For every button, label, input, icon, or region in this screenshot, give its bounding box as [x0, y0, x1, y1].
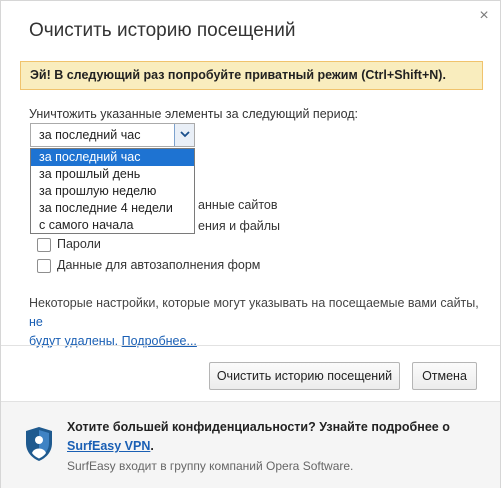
passwords-label: Пароли [57, 237, 101, 251]
downloads-label-partial: ения и файлы [198, 219, 281, 233]
period-dropdown-list: за последний час за прошлый день за прош… [30, 148, 195, 234]
site-data-label-partial: анные сайтов [198, 198, 278, 212]
surfeasy-vpn-link[interactable]: SurfEasy VPN [67, 439, 150, 453]
period-option-last-week[interactable]: за прошлую неделю [31, 183, 194, 200]
autofill-checkbox[interactable] [37, 259, 51, 273]
info-note-text: Некоторые настройки, которые могут указы… [29, 296, 479, 310]
autofill-label: Данные для автозаполнения форм [57, 258, 261, 272]
clear-history-button[interactable]: Очистить историю посещений [209, 362, 400, 390]
close-icon[interactable]: × [476, 8, 492, 24]
period-label: Уничтожить указанные элементы за следующ… [29, 107, 359, 121]
vpn-promo: Хотите большей конфиденциальности? Узнай… [1, 401, 500, 488]
clear-history-dialog: Очистить историю посещений × Эй! В следу… [0, 0, 501, 488]
promo-link-line: SurfEasy VPN. [67, 439, 154, 453]
period-option-all-time[interactable]: с самого начала [31, 217, 194, 234]
period-select[interactable]: за последний час [30, 123, 195, 147]
info-note: Некоторые настройки, которые могут указы… [29, 294, 479, 351]
dialog-title: Очистить историю посещений [29, 20, 296, 41]
passwords-checkbox[interactable] [37, 238, 51, 252]
promo-subtitle: SurfEasy входит в группу компаний Opera … [67, 459, 354, 473]
info-note-link-part1[interactable]: не [29, 315, 43, 329]
period-option-last-hour[interactable]: за последний час [31, 149, 194, 166]
promo-title: Хотите большей конфиденциальности? Узнай… [67, 420, 450, 434]
promo-link-suffix: . [150, 439, 154, 453]
cancel-button[interactable]: Отмена [412, 362, 477, 390]
divider [1, 345, 500, 346]
surfeasy-shield-icon [26, 427, 52, 461]
chevron-down-icon[interactable] [174, 124, 194, 146]
private-mode-banner: Эй! В следующий раз попробуйте приватный… [20, 61, 483, 90]
period-select-value: за последний час [39, 128, 141, 142]
period-option-last-4-weeks[interactable]: за последние 4 недели [31, 200, 194, 217]
period-option-last-day[interactable]: за прошлый день [31, 166, 194, 183]
